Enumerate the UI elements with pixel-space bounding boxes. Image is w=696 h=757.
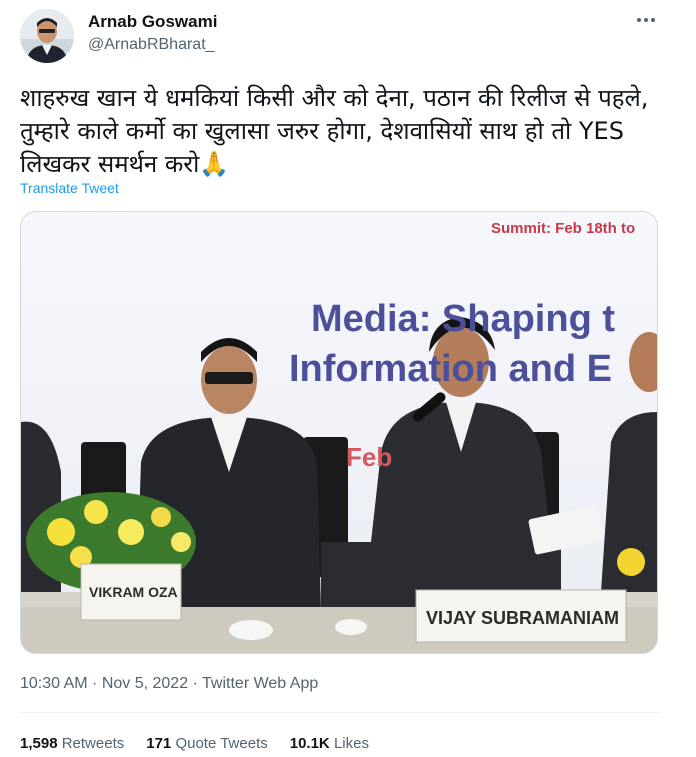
more-options-icon[interactable] bbox=[634, 8, 658, 32]
author-handle[interactable]: @ArnabRBharat_ bbox=[88, 36, 215, 54]
quotes-label: Quote Tweets bbox=[175, 735, 268, 752]
banner-feb: Feb bbox=[346, 442, 393, 472]
banner-line-1: Media: Shaping t bbox=[311, 298, 615, 340]
banner-summit-text: Summit: Feb 18th to bbox=[491, 220, 636, 237]
translate-tweet-link[interactable]: Translate Tweet bbox=[20, 180, 119, 196]
nameplate-right: VIJAY SUBRAMANIAM bbox=[426, 608, 620, 628]
likes-stat[interactable]: 10.1K Likes bbox=[290, 735, 369, 752]
banner-line-2: Information and E bbox=[289, 348, 612, 390]
tweet-timestamp[interactable]: 10:30 AM · Nov 5, 2022 · Twitter Web App bbox=[20, 675, 318, 693]
avatar[interactable] bbox=[20, 9, 74, 63]
likes-count: 10.1K bbox=[289, 735, 330, 752]
retweets-stat[interactable]: 1,598 Retweets bbox=[20, 735, 124, 752]
divider bbox=[20, 712, 660, 713]
tweet-text: शाहरुख खान ये धमकियां किसी और को देना, प… bbox=[20, 84, 649, 178]
retweets-count: 1,598 bbox=[20, 735, 58, 752]
tweet-photo[interactable]: Summit: Feb 18th to Media: Shaping t Inf… bbox=[20, 211, 658, 654]
nameplate-left: VIKRAM OZA bbox=[89, 584, 178, 600]
retweets-label: Retweets bbox=[61, 735, 125, 752]
engagement-stats: 1,598 Retweets 171 Quote Tweets 10.1K Li… bbox=[20, 735, 391, 752]
quotes-count: 171 bbox=[146, 735, 172, 752]
author-name[interactable]: Arnab Goswami bbox=[88, 12, 217, 32]
likes-label: Likes bbox=[333, 735, 369, 752]
quote-tweets-stat[interactable]: 171 Quote Tweets bbox=[146, 735, 267, 752]
